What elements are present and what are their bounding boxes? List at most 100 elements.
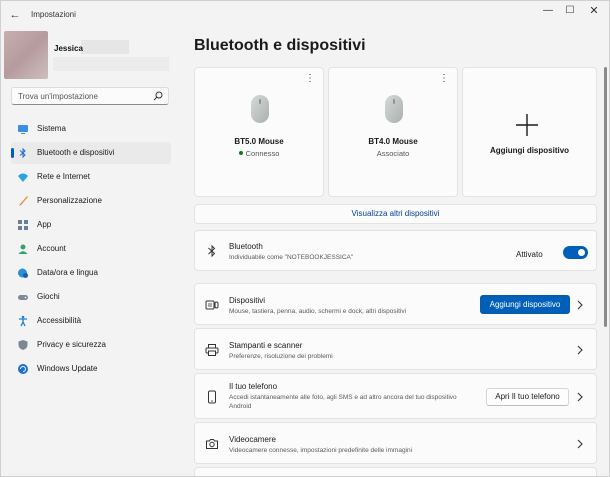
bluetooth-toggle[interactable] (563, 246, 588, 259)
sidebar-item-label: App (37, 220, 52, 229)
phone-icon (208, 390, 216, 404)
sidebar-item-accessibilita[interactable]: Accessibilità (11, 310, 171, 332)
toggle-knob (578, 249, 585, 256)
page-title: Bluetooth e dispositivi (194, 37, 366, 54)
printers-title: Stampanti e scanner (229, 341, 303, 350)
globe-clock-icon (18, 268, 28, 278)
active-indicator (11, 148, 14, 158)
add-device-label: Aggiungi dispositivo (489, 146, 570, 155)
cameras-title: Videocamere (229, 435, 276, 444)
minimize-icon: — (543, 5, 553, 16)
sidebar-item-account[interactable]: Account (11, 238, 171, 260)
search-icon[interactable] (153, 91, 163, 101)
sidebar-item-label: Bluetooth e dispositivi (37, 148, 115, 157)
back-button[interactable]: ← (7, 7, 23, 23)
bluetooth-icon (19, 147, 26, 159)
maximize-button[interactable]: ☐ (559, 4, 581, 18)
sidebar-item-label: Sistema (37, 124, 66, 133)
chevron-right-icon (577, 300, 583, 310)
camera-icon (206, 439, 218, 449)
more-options-icon[interactable]: ⋮ (439, 74, 449, 84)
next-row-partial[interactable] (194, 467, 597, 476)
sidebar-item-label: Data/ora e lingua (37, 268, 98, 277)
sidebar-item-bluetooth[interactable]: Bluetooth e dispositivi (11, 142, 171, 164)
device-status: Associato (376, 149, 410, 158)
cameras-subtitle: Videocamere connesse, impostazioni prede… (229, 447, 413, 454)
brush-icon (19, 196, 28, 206)
sidebar-item-giochi[interactable]: Giochi (11, 286, 171, 308)
sidebar-item-label: Accessibilità (37, 316, 82, 325)
devices-subtitle: Mouse, tastiera, penna, audio, schermi e… (229, 308, 407, 315)
update-icon (18, 364, 28, 374)
accessibility-icon (19, 315, 27, 327)
redacted-block (81, 40, 129, 54)
scrollbar[interactable] (604, 67, 607, 327)
sidebar-item-privacy[interactable]: Privacy e sicurezza (11, 334, 171, 356)
more-options-icon[interactable]: ⋮ (305, 74, 315, 84)
devices-row[interactable]: Dispositivi Mouse, tastiera, penna, audi… (194, 283, 597, 325)
avatar[interactable] (4, 31, 48, 79)
minimize-button[interactable]: — (537, 4, 559, 18)
sidebar-item-rete[interactable]: Rete e Internet (11, 166, 171, 188)
back-arrow-icon: ← (9, 9, 21, 21)
search-box[interactable] (11, 87, 169, 105)
device-status-text: Connesso (245, 149, 280, 158)
plus-icon (516, 114, 538, 136)
printers-row[interactable]: Stampanti e scanner Preferenze, risoluzi… (194, 328, 597, 370)
settings-window: ← Impostazioni — ☐ ✕ Jessica Sistema (0, 0, 610, 477)
device-card[interactable]: ⋮ BT5.0 Mouse Connesso (194, 67, 324, 197)
search-input[interactable] (18, 91, 148, 102)
device-name: BT5.0 Mouse (234, 137, 284, 146)
printer-icon (205, 344, 219, 356)
monitor-icon (18, 125, 28, 134)
close-button[interactable]: ✕ (583, 4, 605, 18)
bluetooth-row: Bluetooth Individuabile come "NOTEBOOKJE… (194, 230, 597, 271)
apps-icon (18, 220, 28, 230)
printers-subtitle: Preferenze, risoluzione dei problemi (229, 353, 333, 360)
show-more-devices-button[interactable]: Visualizza altri dispositivi (194, 204, 597, 224)
mouse-icon (385, 95, 403, 123)
sidebar-item-personalizzazione[interactable]: Personalizzazione (11, 190, 171, 212)
maximize-icon: ☐ (565, 5, 575, 16)
add-device-button[interactable]: Aggiungi dispositivo (480, 295, 570, 314)
sidebar-item-label: Personalizzazione (37, 196, 102, 205)
phone-row[interactable]: Il tuo telefono Accedi istantaneamente a… (194, 373, 597, 419)
chevron-right-icon (577, 439, 583, 449)
app-title: Impostazioni (31, 10, 76, 19)
toggle-state-label: Attivato (516, 250, 543, 259)
chevron-right-icon (577, 345, 583, 355)
sidebar-item-label: Account (37, 244, 66, 253)
device-name: BT4.0 Mouse (368, 137, 418, 146)
sidebar-item-sistema[interactable]: Sistema (11, 118, 171, 140)
title-bar: ← Impostazioni — ☐ ✕ (1, 1, 609, 29)
shield-icon (18, 340, 28, 350)
mouse-icon (251, 95, 269, 123)
connected-dot (238, 151, 243, 155)
add-device-card[interactable]: Aggiungi dispositivo (462, 67, 597, 197)
device-card[interactable]: ⋮ BT4.0 Mouse Associato (328, 67, 458, 197)
sidebar-item-label: Giochi (37, 292, 60, 301)
sidebar-item-data-ora[interactable]: Data/ora e lingua (11, 262, 171, 284)
keyboard-devices-icon (205, 300, 219, 310)
cameras-row[interactable]: Videocamere Videocamere connesse, impost… (194, 422, 597, 464)
phone-subtitle: Accedi istantaneamente alle foto, agli S… (229, 394, 457, 410)
sidebar-item-label: Privacy e sicurezza (37, 340, 106, 349)
redacted-email-block (53, 57, 169, 71)
devices-title: Dispositivi (229, 296, 266, 305)
sidebar-item-label: Rete e Internet (37, 172, 90, 181)
sidebar-item-label: Windows Update (37, 364, 98, 373)
person-icon (18, 244, 28, 254)
bluetooth-icon (208, 244, 216, 258)
close-icon: ✕ (589, 5, 599, 17)
sidebar-item-windows-update[interactable]: Windows Update (11, 358, 171, 380)
phone-title: Il tuo telefono (229, 382, 278, 391)
wifi-icon (18, 173, 28, 182)
gamepad-icon (18, 295, 28, 300)
bluetooth-subtitle: Individuabile come "NOTEBOOKJESSICA" (229, 254, 354, 261)
bluetooth-title: Bluetooth (229, 242, 263, 251)
device-status: Connesso (195, 149, 323, 158)
sidebar-item-app[interactable]: App (11, 214, 171, 236)
profile-name: Jessica (54, 44, 83, 53)
chevron-right-icon (577, 392, 583, 402)
open-phone-button[interactable]: Apri Il tuo telefono (486, 388, 569, 406)
